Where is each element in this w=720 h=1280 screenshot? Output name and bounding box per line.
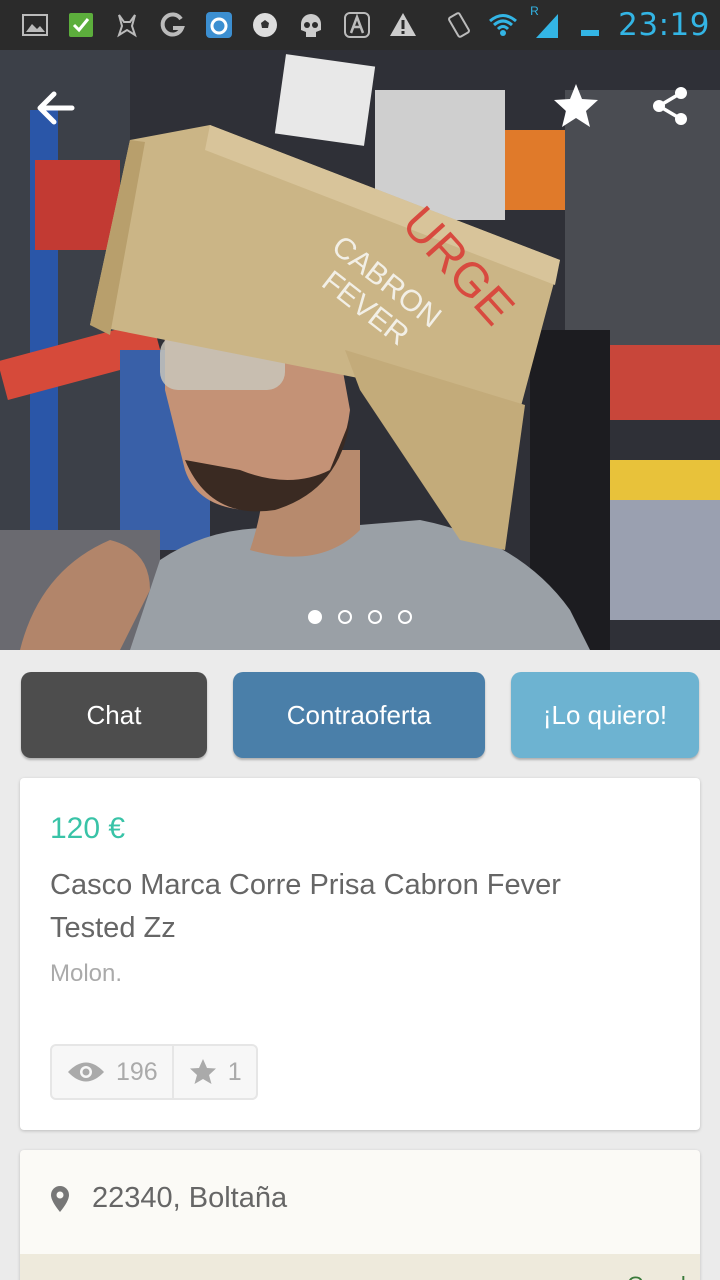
g-icon (156, 8, 190, 42)
product-description: Molon. (50, 960, 123, 987)
drop-icon (202, 8, 236, 42)
favorites-count: 1 (227, 1057, 242, 1086)
buy-button[interactable]: ¡Lo quiero! (511, 672, 699, 758)
map-attribution: Google (627, 1272, 698, 1280)
a-icon (340, 8, 374, 42)
product-stats: 196 1 (50, 1044, 258, 1100)
location-pin-icon (51, 1185, 69, 1212)
soccer-ball-icon (248, 8, 282, 42)
share-icon (653, 87, 687, 125)
product-photo: CABRON FEVER URGE (0, 50, 720, 650)
product-title: Casco Marca Corre Prisa Cabron Fever Tes… (50, 869, 561, 944)
check-icon (64, 8, 98, 42)
image-icon (18, 8, 52, 42)
app-icon (110, 8, 144, 42)
chat-button[interactable]: Chat (21, 672, 207, 758)
views-stat: 196 (52, 1046, 172, 1098)
warning-icon (386, 8, 420, 42)
favorite-button[interactable] (546, 76, 606, 136)
action-bar: Chat Contraoferta ¡Lo quiero! (21, 672, 699, 758)
eye-icon (68, 1062, 104, 1082)
gallery-pagination (0, 610, 720, 624)
roaming-label: R (530, 4, 539, 18)
location-row: 22340, Boltaña (50, 1182, 287, 1215)
share-button[interactable] (640, 76, 700, 136)
location-text: 22340, Boltaña (92, 1182, 288, 1214)
arrow-left-icon (37, 91, 75, 125)
pagination-dot[interactable] (368, 610, 382, 624)
clock: 23:19 (618, 7, 710, 43)
location-card[interactable]: 22340, Boltaña Google (20, 1150, 700, 1280)
back-button[interactable] (26, 78, 86, 138)
counteroffer-button[interactable]: Contraoferta (233, 672, 485, 758)
signal-icon: R (530, 4, 564, 42)
status-bar: R 23:19 (0, 0, 720, 50)
battery-icon (574, 8, 608, 42)
product-info-card: 120 € Casco Marca Corre Prisa Cabron Fev… (20, 778, 700, 1130)
location-map[interactable]: Google (20, 1254, 700, 1280)
favorites-stat: 1 (171, 1046, 256, 1098)
pagination-dot[interactable] (338, 610, 352, 624)
vibrate-icon (442, 8, 476, 42)
views-count: 196 (116, 1057, 158, 1086)
product-image-gallery[interactable]: CABRON FEVER URGE (0, 50, 720, 650)
pagination-dot[interactable] (398, 610, 412, 624)
skull-icon (294, 8, 328, 42)
wifi-icon (486, 8, 520, 42)
pagination-dot[interactable] (308, 610, 322, 624)
product-price: 120 € (50, 812, 126, 845)
star-icon (554, 84, 598, 127)
star-icon (189, 1059, 216, 1084)
